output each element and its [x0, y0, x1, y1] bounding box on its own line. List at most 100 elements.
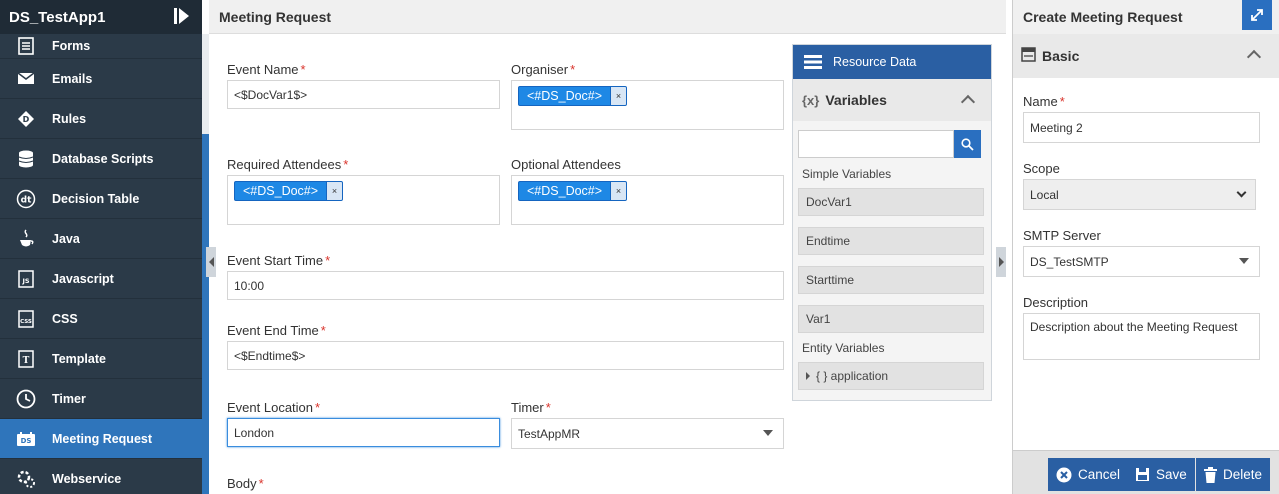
sidebar-item-label: Webservice: [52, 471, 122, 486]
entity-item-label: { } application: [816, 369, 889, 383]
sidebar-item-label: Database Scripts: [52, 151, 154, 166]
page-title: Meeting Request: [209, 0, 1006, 34]
required-attendees-input[interactable]: <#DS_Doc#> ×: [227, 175, 500, 225]
list-item[interactable]: Endtime: [798, 227, 984, 255]
variables-icon: {x}: [802, 92, 820, 108]
app-title: DS_TestApp1: [9, 8, 106, 26]
chip-text: <#DS_Doc#>: [527, 184, 603, 198]
chip-text: <#DS_Doc#>: [527, 89, 603, 103]
caret-right-icon: [806, 372, 810, 380]
timer-label: Timer *: [511, 400, 551, 415]
variables-header[interactable]: {x} Variables: [793, 79, 991, 121]
chevron-up-icon[interactable]: [1246, 49, 1262, 65]
email-icon: [0, 72, 52, 85]
name-label: Name *: [1023, 94, 1065, 109]
sidebar-item-timer[interactable]: Timer: [0, 379, 202, 419]
css-icon: CSS: [0, 309, 52, 328]
delete-button-label: Delete: [1223, 467, 1263, 482]
webservice-icon: [0, 469, 52, 489]
form-icon: [1021, 47, 1036, 65]
required-mark: *: [320, 323, 326, 338]
simple-variables-label: Simple Variables: [802, 167, 892, 181]
chevron-up-icon[interactable]: [960, 94, 976, 110]
sidebar-item-webservice[interactable]: Webservice: [0, 459, 202, 494]
description-textarea[interactable]: Description about the Meeting Request: [1023, 313, 1260, 360]
event-location-label: Event Location *: [227, 400, 321, 415]
list-item[interactable]: Starttime: [798, 266, 984, 294]
body-label: Body *: [227, 476, 264, 491]
basic-section-header[interactable]: Basic: [1013, 34, 1279, 78]
name-input[interactable]: Meeting 2: [1023, 112, 1260, 143]
collapse-left-icon[interactable]: [206, 247, 216, 277]
event-start-time-label: Event Start Time *: [227, 253, 331, 268]
save-icon: [1136, 468, 1149, 481]
optional-attendees-input[interactable]: <#DS_Doc#> ×: [511, 175, 784, 225]
delete-button[interactable]: Delete: [1196, 458, 1271, 491]
event-end-time-input[interactable]: <$Endtime$>: [227, 341, 784, 370]
timer-selected-value: TestAppMR: [518, 426, 581, 441]
sidebar-item-label: Meeting Request: [52, 431, 153, 446]
rules-icon: D: [0, 110, 52, 128]
collapse-sidebar-icon[interactable]: [174, 6, 192, 26]
save-button-label: Save: [1156, 467, 1187, 482]
organiser-input[interactable]: <#DS_Doc#> ×: [511, 80, 784, 130]
description-label: Description: [1023, 295, 1089, 310]
sidebar-item-java[interactable]: Java: [0, 219, 202, 259]
scope-selected-value: Local: [1030, 187, 1059, 202]
sidebar-item-template[interactable]: T Template: [0, 339, 202, 379]
required-mark: *: [300, 62, 306, 77]
forms-icon: [0, 37, 52, 55]
expand-right-icon[interactable]: [996, 247, 1006, 277]
app-header: DS_TestApp1: [0, 0, 202, 34]
right-panel-title: Create Meeting Request: [1013, 0, 1279, 34]
required-mark: *: [258, 476, 264, 491]
timer-select[interactable]: TestAppMR: [511, 418, 784, 449]
chevron-down-icon: [763, 430, 773, 436]
remove-chip-icon[interactable]: ×: [610, 87, 627, 105]
required-mark: *: [1059, 94, 1065, 109]
scrollbar-thumb[interactable]: [202, 134, 209, 494]
remove-chip-icon[interactable]: ×: [610, 182, 627, 200]
list-item[interactable]: DocVar1: [798, 188, 984, 216]
chip-text: <#DS_Doc#>: [243, 184, 319, 198]
list-icon: [793, 54, 833, 70]
list-item[interactable]: Var1: [798, 305, 984, 333]
sidebar-item-label: Javascript: [52, 271, 114, 286]
trash-icon: [1204, 466, 1217, 483]
save-button[interactable]: Save: [1127, 458, 1195, 491]
smtp-server-select[interactable]: DS_TestSMTP: [1023, 246, 1260, 277]
remove-chip-icon[interactable]: ×: [326, 182, 343, 200]
optional-attendees-chip: <#DS_Doc#> ×: [518, 181, 628, 201]
scope-select[interactable]: Local: [1023, 179, 1256, 210]
sidebar-item-label: Emails: [52, 71, 93, 86]
event-end-time-label: Event End Time *: [227, 323, 326, 338]
cancel-button[interactable]: Cancel: [1048, 458, 1129, 491]
required-attendees-chip: <#DS_Doc#> ×: [234, 181, 344, 201]
sidebar-item-rules[interactable]: D Rules: [0, 99, 202, 139]
search-icon[interactable]: [954, 130, 981, 158]
svg-text:T: T: [23, 356, 30, 366]
event-location-input[interactable]: London: [227, 418, 500, 447]
smtp-selected-value: DS_TestSMTP: [1030, 254, 1109, 269]
sidebar-item-meeting-request[interactable]: DS Meeting Request: [0, 419, 202, 459]
java-icon: [0, 228, 52, 249]
sidebar-item-label: CSS: [52, 311, 78, 326]
sidebar-item-css[interactable]: CSS CSS: [0, 299, 202, 339]
variable-search-input[interactable]: [798, 130, 954, 158]
required-mark: *: [315, 400, 321, 415]
sidebar-item-database-scripts[interactable]: Database Scripts: [0, 139, 202, 179]
event-start-time-input[interactable]: 10:00: [227, 271, 784, 300]
right-panel-title-text: Create Meeting Request: [1023, 9, 1183, 25]
entity-tree-item[interactable]: { } application: [798, 362, 984, 390]
expand-icon[interactable]: [1242, 0, 1272, 30]
sidebar-item-javascript[interactable]: JS Javascript: [0, 259, 202, 299]
sidebar-item-decision-table[interactable]: dt Decision Table: [0, 179, 202, 219]
sidebar-item-emails[interactable]: Emails: [0, 59, 202, 99]
resource-data-header[interactable]: Resource Data: [793, 45, 991, 79]
organiser-chip: <#DS_Doc#> ×: [518, 86, 628, 106]
sidebar-item-forms[interactable]: Forms: [0, 34, 202, 59]
sidebar-item-label: Timer: [52, 391, 86, 406]
sidebar: DS_TestApp1 Forms Emails D Rules Databas…: [0, 0, 202, 494]
event-name-input[interactable]: <$DocVar1$>: [227, 80, 500, 109]
scope-label: Scope: [1023, 161, 1060, 176]
